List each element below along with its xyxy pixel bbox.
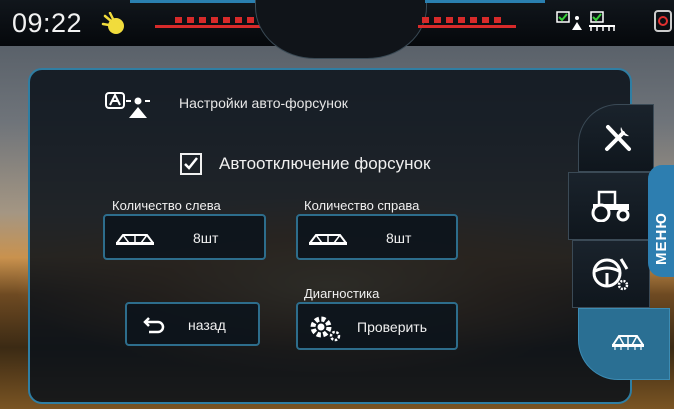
sprayer-boom-icon [309,234,347,245]
left-count-button[interactable]: 8шт [103,214,266,260]
check-button-label: Проверить [357,319,428,335]
check-button[interactable]: Проверить [296,302,458,350]
clock: 09:22 [12,8,83,38]
page-title: Настройки авто-форсунок [179,95,348,111]
diagnostics-label: Диагностика [304,286,380,301]
section-indicators-left [155,17,267,28]
checkmark-icon [184,157,198,170]
top-accent-right [425,0,545,3]
menu-toggle[interactable]: МЕНЮ [648,165,674,277]
right-count-value: 8шт [386,230,412,246]
status-bar: 09:22 [0,0,674,59]
nozzle-status-icon[interactable] [555,8,617,34]
back-button[interactable]: назад [125,302,260,346]
tools-icon [605,125,631,151]
left-count-label: Количество слева [112,198,221,213]
menu-steering[interactable] [572,240,650,308]
steering-wheel-icon [592,258,629,291]
top-accent-left [130,0,255,3]
right-count-label: Количество справа [304,198,420,213]
sprayer-boom-icon [116,234,154,245]
gauge-icon[interactable] [652,8,672,34]
menu-tractor[interactable] [568,172,650,240]
menu-tools[interactable] [578,104,654,172]
day-mode-icon[interactable] [101,12,129,36]
left-count-value: 8шт [193,230,219,246]
back-arrow-icon [143,317,165,334]
menu-sprayer[interactable] [578,308,670,380]
tractor-icon [591,190,630,222]
section-indicators-right [418,17,516,28]
gears-icon [310,316,341,342]
auto-off-label[interactable]: Автоотключение форсунок [219,154,430,174]
sprayer-boom-icon [612,335,644,350]
auto-nozzle-icon [105,92,150,118]
back-button-label: назад [188,317,226,333]
right-count-button[interactable]: 8шт [296,214,458,260]
auto-off-checkbox[interactable] [180,153,202,175]
menu-label: МЕНЮ [653,212,670,265]
